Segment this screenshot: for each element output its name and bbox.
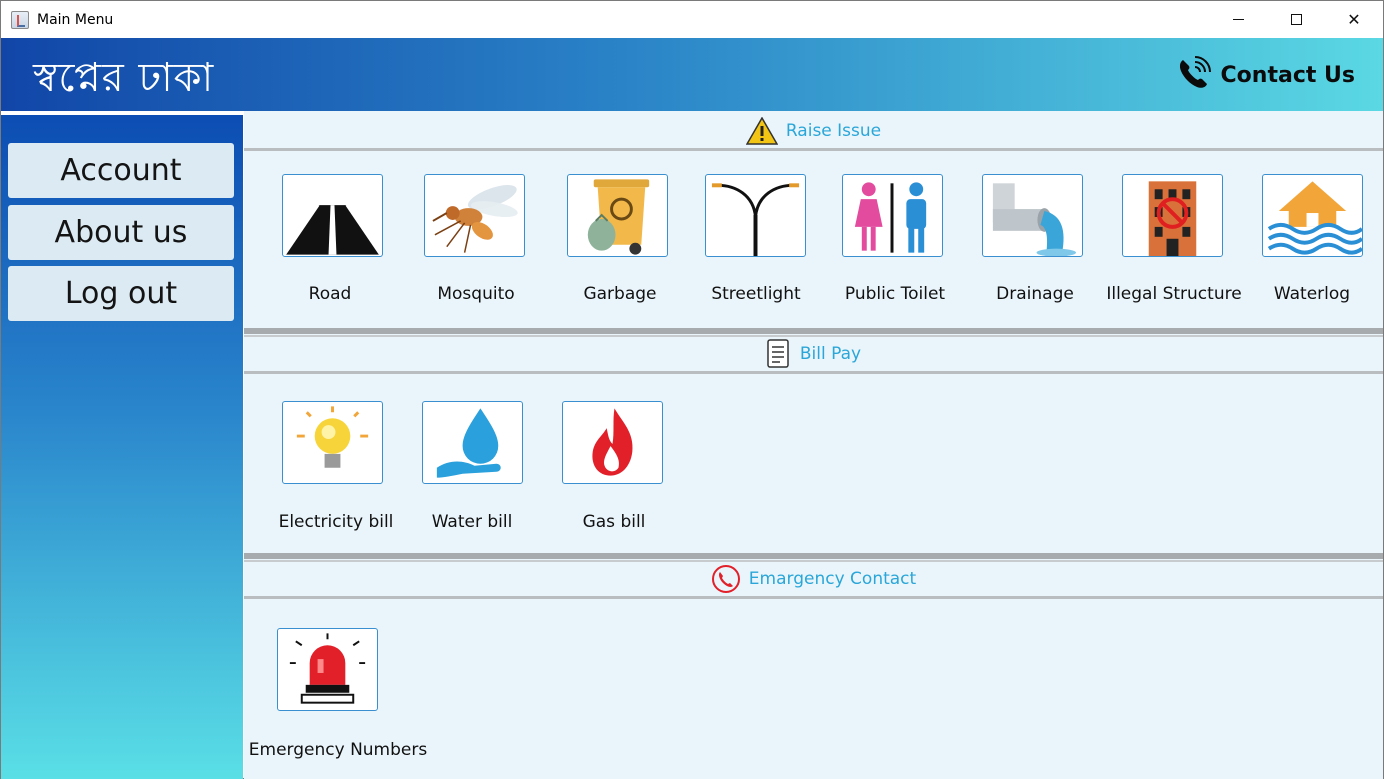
emergency-phone-icon bbox=[711, 564, 741, 594]
minimize-icon bbox=[1232, 19, 1244, 20]
about-us-button[interactable]: About us bbox=[8, 205, 234, 260]
public-toilet-tile[interactable] bbox=[842, 174, 943, 257]
window-controls: ✕ bbox=[1209, 1, 1383, 38]
emergency-contact-title: Emargency Contact bbox=[748, 569, 917, 589]
emergency-numbers-tile[interactable] bbox=[277, 628, 378, 711]
account-button[interactable]: Account bbox=[8, 143, 234, 198]
public-toilet-label: Public Toilet bbox=[844, 284, 946, 304]
road-icon bbox=[284, 204, 381, 255]
bill-pay-title: Bill Pay bbox=[799, 344, 862, 364]
waterlog-label: Waterlog bbox=[1273, 284, 1351, 304]
raise-issue-header: Raise Issue bbox=[244, 116, 1383, 146]
illegal-structure-label: Illegal Structure bbox=[1106, 284, 1242, 304]
sidebar: Account About us Log out bbox=[1, 115, 243, 779]
bill-pay-header: Bill Pay bbox=[244, 339, 1383, 369]
gas-bill-label: Gas bill bbox=[582, 512, 646, 532]
garbage-tile[interactable] bbox=[567, 174, 668, 257]
log-out-button[interactable]: Log out bbox=[8, 266, 234, 321]
water-drop-icon bbox=[436, 407, 501, 478]
garbage-icon bbox=[587, 178, 650, 255]
mosquito-label: Mosquito bbox=[437, 284, 515, 304]
lightbulb-icon bbox=[296, 405, 369, 468]
maximize-icon bbox=[1290, 14, 1302, 25]
close-button[interactable]: ✕ bbox=[1325, 1, 1383, 38]
water-bill-tile[interactable] bbox=[422, 401, 523, 484]
maximize-button[interactable] bbox=[1267, 1, 1325, 38]
siren-icon bbox=[289, 632, 366, 704]
streetlight-icon bbox=[711, 182, 800, 256]
illegal-structure-icon bbox=[1148, 180, 1197, 256]
drainage-icon bbox=[992, 182, 1077, 256]
section-divider bbox=[244, 560, 1383, 562]
warning-icon bbox=[745, 117, 778, 145]
streetlight-tile[interactable] bbox=[705, 174, 806, 257]
mosquito-tile[interactable] bbox=[424, 174, 525, 257]
receipt-icon bbox=[766, 339, 792, 369]
minimize-button[interactable] bbox=[1209, 1, 1267, 38]
title-bar: Main Menu ✕ bbox=[1, 1, 1383, 38]
drainage-label: Drainage bbox=[996, 284, 1074, 304]
section-divider bbox=[244, 553, 1383, 559]
water-bill-label: Water bill bbox=[431, 512, 513, 532]
emergency-contact-header: Emargency Contact bbox=[244, 564, 1383, 594]
main-content: Raise Issue Road Mosquito Garbage Street… bbox=[244, 111, 1383, 779]
illegal-structure-tile[interactable] bbox=[1122, 174, 1223, 257]
section-divider bbox=[244, 596, 1383, 599]
java-app-icon bbox=[11, 10, 29, 29]
phone-icon bbox=[1175, 54, 1213, 97]
close-icon: ✕ bbox=[1347, 10, 1361, 29]
public-toilet-icon bbox=[854, 181, 927, 253]
window-title: Main Menu bbox=[37, 11, 114, 28]
drainage-tile[interactable] bbox=[982, 174, 1083, 257]
gas-bill-tile[interactable] bbox=[562, 401, 663, 484]
contact-us-button[interactable]: Contact Us bbox=[1175, 54, 1355, 97]
road-tile[interactable] bbox=[282, 174, 383, 257]
streetlight-label: Streetlight bbox=[711, 284, 801, 304]
app-header: স্বপ্নের ঢাকা Contact Us bbox=[1, 38, 1383, 111]
emergency-numbers-label: Emergency Numbers bbox=[248, 740, 428, 760]
section-divider bbox=[244, 371, 1383, 374]
section-divider bbox=[244, 328, 1383, 334]
electricity-bill-tile[interactable] bbox=[282, 401, 383, 484]
waterlog-icon bbox=[1267, 180, 1362, 255]
contact-us-label: Contact Us bbox=[1220, 63, 1355, 88]
app-logo: স্বপ্নের ঢাকা bbox=[33, 55, 215, 101]
flame-icon bbox=[592, 407, 633, 476]
section-divider bbox=[244, 335, 1383, 337]
waterlog-tile[interactable] bbox=[1262, 174, 1363, 257]
mosquito-icon bbox=[432, 184, 518, 253]
road-label: Road bbox=[308, 284, 352, 304]
raise-issue-title: Raise Issue bbox=[785, 121, 882, 141]
section-divider bbox=[244, 148, 1383, 151]
main-menu-window: Main Menu ✕ স্বপ্নের ঢাকা Contact Us Acc… bbox=[0, 0, 1384, 779]
